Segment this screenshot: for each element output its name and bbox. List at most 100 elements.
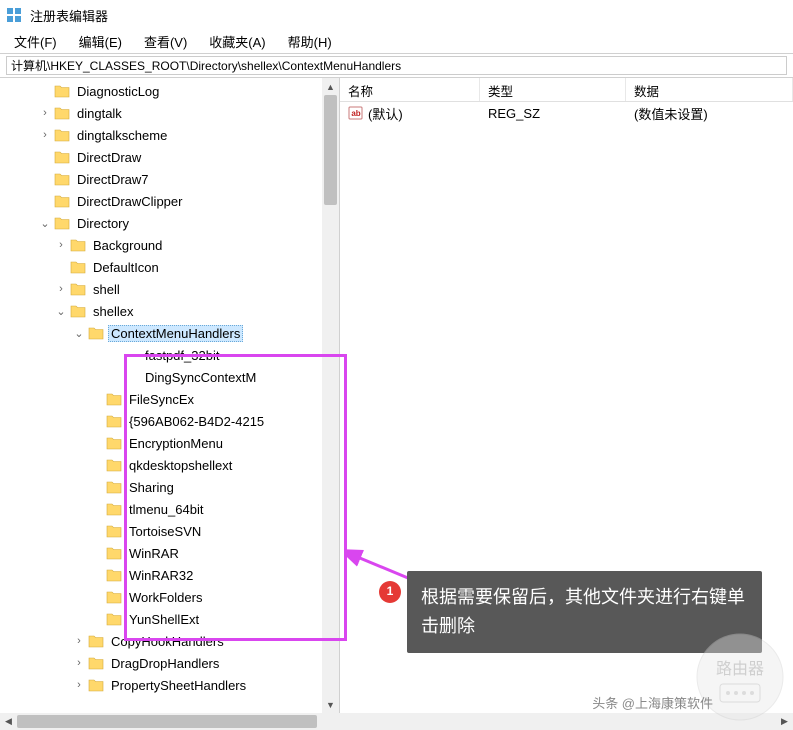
expand-toggle-icon[interactable]: ⌄ — [72, 327, 86, 340]
h-scrollbar-thumb[interactable] — [17, 715, 317, 728]
folder-icon — [70, 304, 86, 318]
tree-node[interactable]: DirectDraw — [4, 146, 339, 168]
tree-node[interactable]: › CopyHookHandlers — [4, 630, 339, 652]
tree-node-label: DirectDrawClipper — [74, 193, 185, 210]
menubar: 文件(F) 编辑(E) 查看(V) 收藏夹(A) 帮助(H) — [0, 30, 793, 54]
folder-icon — [106, 414, 122, 428]
tree-pane: DiagnosticLog › dingtalk › dingtalkscheme Dir… — [0, 78, 340, 713]
tree-node[interactable]: TortoiseSVN — [4, 520, 339, 542]
watermark-label: 路由器 — [716, 660, 764, 678]
tree-node-label: CopyHookHandlers — [108, 633, 227, 650]
tree-node[interactable]: qkdesktopshellext — [4, 454, 339, 476]
tree-node[interactable]: › shell — [4, 278, 339, 300]
tree-node[interactable]: › PropertySheetHandlers — [4, 674, 339, 696]
folder-icon — [70, 282, 86, 296]
tree-node[interactable]: YunShellExt — [4, 608, 339, 630]
tree[interactable]: DiagnosticLog › dingtalk › dingtalkscheme Dir… — [0, 78, 339, 698]
tree-node-label: FileSyncEx — [126, 391, 197, 408]
folder-icon — [54, 106, 70, 120]
tree-node[interactable]: ⌄ ContextMenuHandlers — [4, 322, 339, 344]
column-header-type[interactable]: 类型 — [480, 78, 626, 101]
folder-icon — [106, 568, 122, 582]
expand-toggle-icon[interactable]: ⌄ — [38, 217, 52, 230]
expand-toggle-icon[interactable]: › — [38, 129, 52, 141]
scroll-up-icon[interactable]: ▲ — [322, 78, 339, 95]
list-row[interactable]: ab (默认) REG_SZ (数值未设置) — [340, 102, 793, 124]
tree-node[interactable]: ⌄ shellex — [4, 300, 339, 322]
tree-node-label: ContextMenuHandlers — [108, 325, 243, 342]
tree-node[interactable]: › DragDropHandlers — [4, 652, 339, 674]
folder-icon — [54, 216, 70, 230]
menu-file[interactable]: 文件(F) — [6, 30, 65, 53]
folder-icon — [106, 392, 122, 406]
menu-favorites[interactable]: 收藏夹(A) — [201, 30, 273, 53]
folder-icon — [88, 326, 104, 340]
tree-node[interactable]: DefaultIcon — [4, 256, 339, 278]
tree-node[interactable]: DingSyncContextM — [4, 366, 339, 388]
tree-node-label: WorkFolders — [126, 589, 205, 606]
tree-node-label: DirectDraw7 — [74, 171, 152, 188]
folder-icon — [106, 480, 122, 494]
tree-node-label: PropertySheetHandlers — [108, 677, 249, 694]
column-header-name[interactable]: 名称 — [340, 78, 480, 101]
expand-toggle-icon[interactable]: › — [38, 107, 52, 119]
folder-icon — [88, 656, 104, 670]
expand-toggle-icon[interactable]: › — [72, 657, 86, 669]
folder-icon — [54, 172, 70, 186]
folder-icon — [54, 194, 70, 208]
scroll-down-icon[interactable]: ▼ — [322, 696, 339, 713]
scrollbar-thumb[interactable] — [324, 95, 337, 205]
attribution-text: 头条 @上海康策软件 — [592, 693, 713, 712]
tree-node[interactable]: WorkFolders — [4, 586, 339, 608]
tree-node-label: shellex — [90, 303, 136, 320]
tree-node-label: dingtalk — [74, 105, 125, 122]
horizontal-scrollbar[interactable]: ◀ ▶ — [0, 713, 793, 730]
tree-node[interactable]: EncryptionMenu — [4, 432, 339, 454]
tree-node[interactable]: fastpdf_32bit — [4, 344, 339, 366]
tree-node-label: DingSyncContextM — [142, 369, 259, 386]
tree-node-label: {596AB062-B4D2-4215 — [126, 413, 267, 430]
tree-node[interactable]: Sharing — [4, 476, 339, 498]
tree-node-label: TortoiseSVN — [126, 523, 204, 540]
tree-node[interactable]: › dingtalkscheme — [4, 124, 339, 146]
address-input[interactable] — [6, 56, 787, 75]
column-header-data[interactable]: 数据 — [626, 78, 793, 101]
scroll-left-icon[interactable]: ◀ — [0, 716, 17, 727]
annotation-badge: 1 — [379, 581, 401, 603]
string-value-icon: ab — [348, 105, 364, 121]
tree-node[interactable]: › Background — [4, 234, 339, 256]
tree-node-label: Directory — [74, 215, 132, 232]
tree-node-label: shell — [90, 281, 123, 298]
tree-node-label: dingtalkscheme — [74, 127, 170, 144]
tree-node-label: DragDropHandlers — [108, 655, 222, 672]
tree-vertical-scrollbar[interactable]: ▲ ▼ — [322, 78, 339, 713]
tree-node[interactable]: DirectDraw7 — [4, 168, 339, 190]
tree-node[interactable]: ⌄ Directory — [4, 212, 339, 234]
value-data: (数值未设置) — [626, 102, 793, 125]
menu-help[interactable]: 帮助(H) — [280, 30, 340, 53]
menu-edit[interactable]: 编辑(E) — [71, 30, 130, 53]
expand-toggle-icon[interactable]: › — [54, 239, 68, 251]
menu-view[interactable]: 查看(V) — [136, 30, 195, 53]
tree-node[interactable]: tlmenu_64bit — [4, 498, 339, 520]
tree-node[interactable]: DiagnosticLog — [4, 80, 339, 102]
folder-icon — [106, 612, 122, 626]
expand-toggle-icon[interactable]: › — [54, 283, 68, 295]
tree-node-label: Background — [90, 237, 165, 254]
tree-node[interactable]: WinRAR — [4, 542, 339, 564]
tree-node[interactable]: FileSyncEx — [4, 388, 339, 410]
tree-node-label: Sharing — [126, 479, 177, 496]
tree-node[interactable]: WinRAR32 — [4, 564, 339, 586]
tree-node[interactable]: › dingtalk — [4, 102, 339, 124]
folder-icon — [88, 634, 104, 648]
tree-node[interactable]: {596AB062-B4D2-4215 — [4, 410, 339, 432]
expand-toggle-icon[interactable]: › — [72, 635, 86, 647]
folder-icon — [106, 590, 122, 604]
folder-icon — [106, 502, 122, 516]
tree-node[interactable]: DirectDrawClipper — [4, 190, 339, 212]
folder-icon — [106, 524, 122, 538]
expand-toggle-icon[interactable]: › — [72, 679, 86, 691]
expand-toggle-icon[interactable]: ⌄ — [54, 305, 68, 318]
folder-icon — [54, 128, 70, 142]
tree-node-label: fastpdf_32bit — [142, 347, 222, 364]
